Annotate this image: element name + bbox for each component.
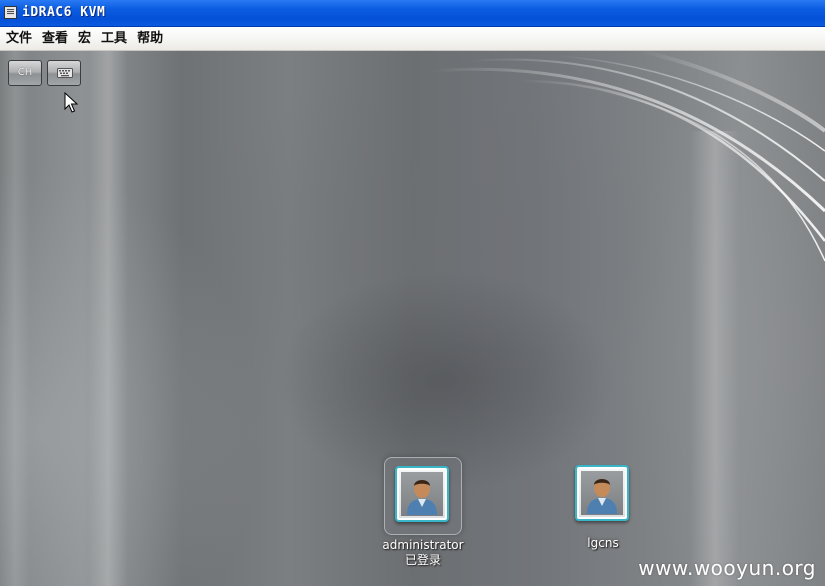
user-picture	[395, 466, 449, 522]
tile-frame	[565, 457, 641, 533]
user-status-label: 已登录	[404, 553, 441, 567]
user-picture	[575, 465, 629, 521]
watermark-text: www.wooyun.org	[638, 556, 816, 580]
user-avatar-icon	[407, 480, 437, 515]
title-bar[interactable]: iDRAC6 KVM	[0, 0, 825, 27]
menu-bar: 文件 查看 宏 工具 帮助	[0, 27, 825, 51]
user-name-label: administrator	[382, 538, 464, 552]
remote-desktop-view[interactable]: CH administrator 已登录 lgcns www.wooyun.or…	[0, 51, 825, 586]
user-tile-lgcns[interactable]: lgcns	[543, 457, 663, 551]
keyboard-icon	[57, 68, 73, 78]
mouse-pointer-icon	[64, 92, 78, 113]
kvm-window: iDRAC6 KVM 文件 查看 宏 工具 帮助 CH administrato…	[0, 0, 825, 586]
user-name-label: lgcns	[587, 536, 619, 550]
window-title: iDRAC6 KVM	[22, 5, 106, 20]
menu-file[interactable]: 文件	[1, 28, 37, 50]
keyboard-button[interactable]	[47, 60, 81, 86]
selected-tile-frame	[384, 457, 462, 535]
window-app-icon[interactable]	[4, 6, 17, 19]
menu-tools[interactable]: 工具	[96, 28, 132, 50]
menu-help[interactable]: 帮助	[132, 28, 168, 50]
ch-button[interactable]: CH	[8, 60, 42, 86]
user-tile-administrator[interactable]: administrator 已登录	[363, 457, 483, 568]
menu-macros[interactable]: 宏	[73, 28, 96, 50]
menu-view[interactable]: 查看	[37, 28, 73, 50]
user-avatar-icon	[587, 479, 617, 514]
